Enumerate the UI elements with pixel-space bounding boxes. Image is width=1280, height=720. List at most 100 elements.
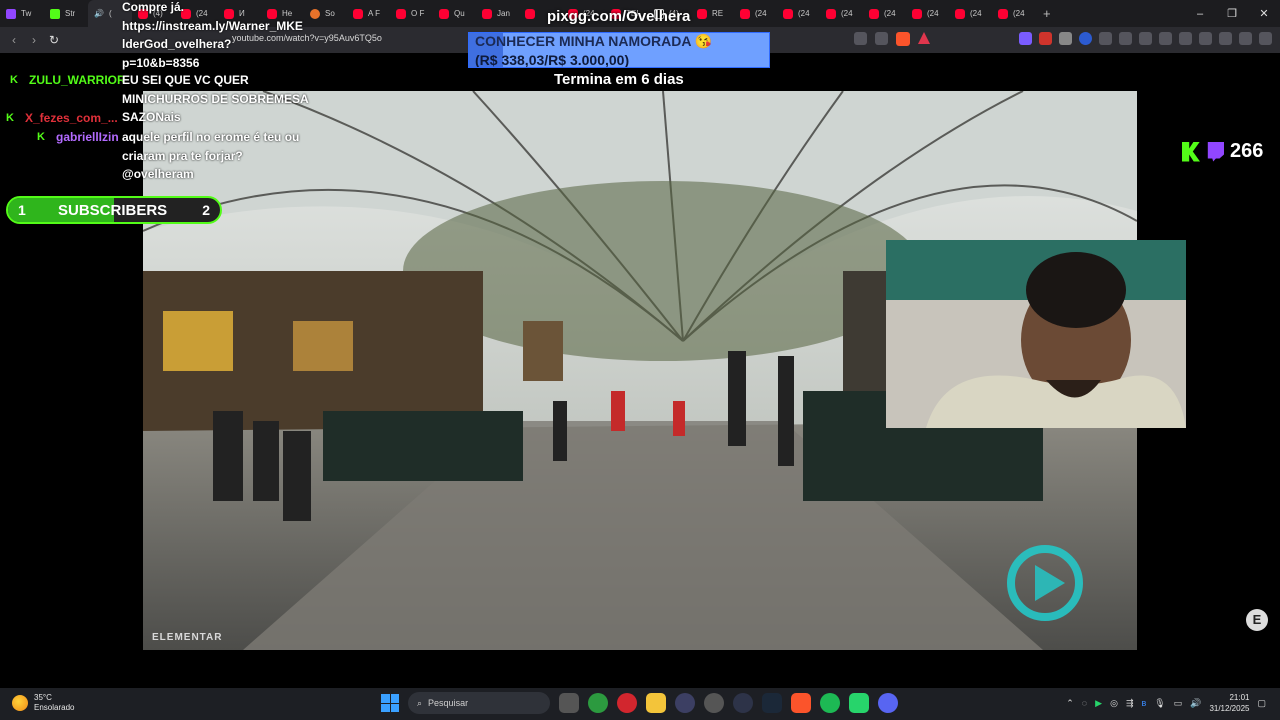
clock-date: 31/12/2025: [1209, 704, 1250, 713]
youtube-icon: [740, 8, 750, 19]
browser-tab[interactable]: RE: [691, 0, 734, 27]
streamer-webcam: [886, 240, 1186, 428]
reload-icon[interactable]: ↻: [44, 33, 64, 47]
weather-condition: Ensolarado: [34, 703, 75, 712]
browser-tab[interactable]: (24: [949, 0, 992, 27]
youtube-icon: [998, 8, 1008, 19]
browser-tab[interactable]: (24: [992, 0, 1035, 27]
browser-tab[interactable]: (24: [777, 0, 820, 27]
network-icon[interactable]: ▭: [1174, 698, 1183, 709]
clock[interactable]: 21:01 31/12/2025: [1209, 692, 1249, 714]
minimize-button[interactable]: –: [1184, 8, 1216, 20]
extension-icon[interactable]: [1139, 32, 1152, 45]
discord-icon[interactable]: [878, 693, 898, 713]
browser-tab[interactable]: (24: [906, 0, 949, 27]
kick-badge-icon: K: [6, 112, 14, 124]
leo-icon[interactable]: [1219, 32, 1232, 45]
tab-label: (24: [755, 9, 767, 18]
browser-tab[interactable]: (24: [734, 0, 777, 27]
app-icon[interactable]: [704, 693, 724, 713]
steam-icon[interactable]: [762, 693, 782, 713]
youtube-icon: [525, 8, 535, 19]
extension-icon[interactable]: [1099, 32, 1112, 45]
browser-tab[interactable]: Jan: [476, 0, 519, 27]
extension-icon[interactable]: [1019, 32, 1032, 45]
back-icon[interactable]: ‹: [4, 33, 24, 47]
channel-logo-icon: E: [1246, 609, 1268, 631]
app-icon[interactable]: [849, 693, 869, 713]
search-icon: ⌕: [417, 697, 423, 708]
tab-label: O F: [411, 9, 425, 18]
notification-icon[interactable]: ▢: [1257, 698, 1266, 709]
music-icon[interactable]: [1159, 32, 1172, 45]
screen-icon[interactable]: [854, 32, 867, 45]
youtube-icon: [697, 8, 707, 19]
puzzle-icon[interactable]: [1119, 32, 1132, 45]
opera-icon[interactable]: [617, 693, 637, 713]
maximize-button[interactable]: ❐: [1216, 7, 1248, 20]
tray-icon[interactable]: ▶: [1095, 698, 1102, 709]
mic-icon[interactable]: 🎙: [1154, 698, 1165, 709]
browser-tab[interactable]: (24: [863, 0, 906, 27]
share-icon[interactable]: [875, 32, 888, 45]
video-watermark: ELEMENTAR: [152, 632, 223, 643]
youtube-icon: [826, 8, 836, 19]
app-icon[interactable]: [675, 693, 695, 713]
tab-label: Jan: [497, 9, 510, 18]
donation-goal: CONHECER MINHA NAMORADA 😘 (R$ 338,03/R$ …: [468, 32, 770, 68]
file-explorer-icon[interactable]: [646, 693, 666, 713]
wallet-icon[interactable]: [1199, 32, 1212, 45]
chat-message: aquele perfil no erome é teu ou criaram …: [122, 130, 300, 182]
browser-tab[interactable]: Tw: [0, 0, 44, 27]
youtube-icon: [439, 8, 449, 19]
tab-label: (24: [841, 9, 853, 18]
new-tab-button[interactable]: +: [1035, 6, 1059, 21]
tab-label: (24: [1013, 9, 1025, 18]
donation-goal-title: CONHECER MINHA NAMORADA 😘: [475, 33, 713, 49]
weather-widget[interactable]: 35°C Ensolarado: [12, 693, 74, 713]
browser-tab[interactable]: Qu: [433, 0, 476, 27]
start-button[interactable]: [381, 694, 399, 712]
menu-icon[interactable]: [1259, 32, 1272, 45]
youtube-icon: [869, 8, 879, 19]
tray-icon[interactable]: ◌: [1082, 698, 1087, 708]
browser-tab[interactable]: Str: [44, 0, 88, 27]
extension-icon[interactable]: [1039, 32, 1052, 45]
youtube-icon: [353, 8, 363, 19]
tray-icon[interactable]: ◎: [1110, 698, 1118, 709]
brave-icon[interactable]: [791, 693, 811, 713]
windows-taskbar: 35°C Ensolarado ⌕ Pesquisar ⌃ ◌ ▶ ◎ ⇶ ʙ …: [0, 688, 1280, 720]
extension-icon[interactable]: [1079, 32, 1092, 45]
youtube-icon: [783, 8, 793, 19]
chat-username: X_fezes_com_...: [25, 111, 118, 125]
taskbar-search[interactable]: ⌕ Pesquisar: [408, 692, 550, 714]
vpn-icon[interactable]: [1239, 32, 1252, 45]
tab-label: (: [109, 9, 112, 18]
chevron-up-icon[interactable]: ⌃: [1066, 698, 1074, 709]
tray-icon[interactable]: ⇶: [1126, 698, 1134, 709]
sidebar-icon[interactable]: [1179, 32, 1192, 45]
extension-icon[interactable]: [1059, 32, 1072, 45]
youtube-icon: [912, 8, 922, 19]
subscriber-label: SUBSCRIBERS: [58, 202, 168, 219]
brave-rewards-icon[interactable]: [918, 32, 930, 44]
close-button[interactable]: ✕: [1248, 7, 1280, 20]
forward-icon[interactable]: ›: [24, 33, 44, 47]
app-icon[interactable]: [733, 693, 753, 713]
browser-tab[interactable]: So: [304, 0, 347, 27]
brave-shields-icon[interactable]: [896, 32, 910, 46]
tab-label: So: [325, 9, 335, 18]
browser-tab[interactable]: (24: [820, 0, 863, 27]
bluetooth-icon[interactable]: ʙ: [1141, 698, 1146, 708]
spotify-icon[interactable]: [820, 693, 840, 713]
volume-icon[interactable]: 🔊: [1190, 698, 1201, 709]
chrome-icon[interactable]: [588, 693, 608, 713]
tab-label: Str: [65, 9, 76, 18]
browser-tab[interactable]: A F: [347, 0, 390, 27]
pix-url: pixgg.com/Ovelhera: [547, 8, 691, 25]
browser-tab[interactable]: O F: [390, 0, 433, 27]
chat-message: EU SEI QUE VC QUER MINICHURROS DE SOBREM…: [122, 73, 309, 125]
viewer-counter: 266: [1182, 140, 1263, 163]
window-controls: – ❐ ✕: [1184, 0, 1280, 27]
task-view-icon[interactable]: [559, 693, 579, 713]
